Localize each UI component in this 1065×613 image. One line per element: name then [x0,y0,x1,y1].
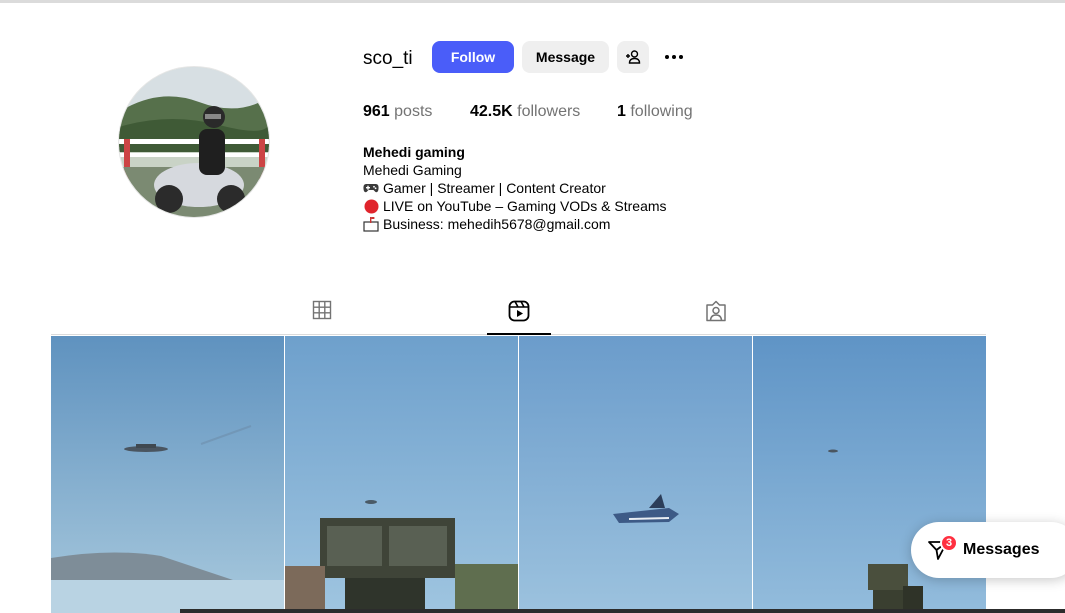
reels-grid [51,336,986,613]
active-tab-indicator [487,333,551,335]
tab-tagged[interactable] [684,298,748,336]
message-button[interactable]: Message [522,41,609,73]
reels-icon [508,300,530,322]
person-plus-icon [626,50,641,64]
reel-thumbnail [285,336,518,613]
profile-avatar[interactable] [118,66,270,218]
followers-count: 42.5K [470,103,513,120]
following-count: 1 [617,103,626,120]
more-options-button[interactable] [660,44,688,70]
reel-tile[interactable] [285,336,518,613]
bio-name: Mehedi gaming [363,144,465,160]
bio-line-2: Gamer | Streamer | Content Creator [363,179,667,197]
reel-tile[interactable] [51,336,284,613]
messages-label: Messages [963,541,1040,558]
grid-icon [312,300,332,320]
tab-reels[interactable] [487,298,551,336]
profile-username: sco_ti [363,48,413,69]
following-stat[interactable]: 1 following [617,103,693,121]
red-circle-icon [363,198,379,214]
followers-stat[interactable]: 42.5K followers [470,103,580,121]
bio-line-1: Mehedi Gaming [363,162,462,178]
posts-label: posts [394,103,433,120]
followers-label: followers [517,103,581,120]
tagged-icon [706,300,726,322]
reel-tile[interactable] [519,336,752,613]
profile-bio: Mehedi gaming Mehedi Gaming Gamer | Stre… [363,143,667,233]
bio-line-4: Business: mehedih5678@gmail.com [363,215,667,233]
messages-button[interactable]: 3 Messages [911,522,1065,578]
posts-count: 961 [363,103,390,120]
top-divider [0,0,1065,3]
posts-stat: 961 posts [363,103,432,121]
bottom-scrollbar[interactable] [180,609,1065,613]
reel-thumbnail [519,336,752,613]
add-user-button[interactable] [617,41,649,73]
more-options-icon [665,55,669,59]
following-label: following [630,103,693,120]
mailbox-icon [363,216,379,232]
follow-button[interactable]: Follow [432,41,514,73]
reel-thumbnail [51,336,284,613]
tab-posts[interactable] [290,298,354,336]
messages-badge: 3 [940,534,958,552]
bio-line-3: LIVE on YouTube – Gaming VODs & Streams [363,197,667,215]
game-controller-icon [363,180,379,196]
avatar-image [119,67,269,217]
